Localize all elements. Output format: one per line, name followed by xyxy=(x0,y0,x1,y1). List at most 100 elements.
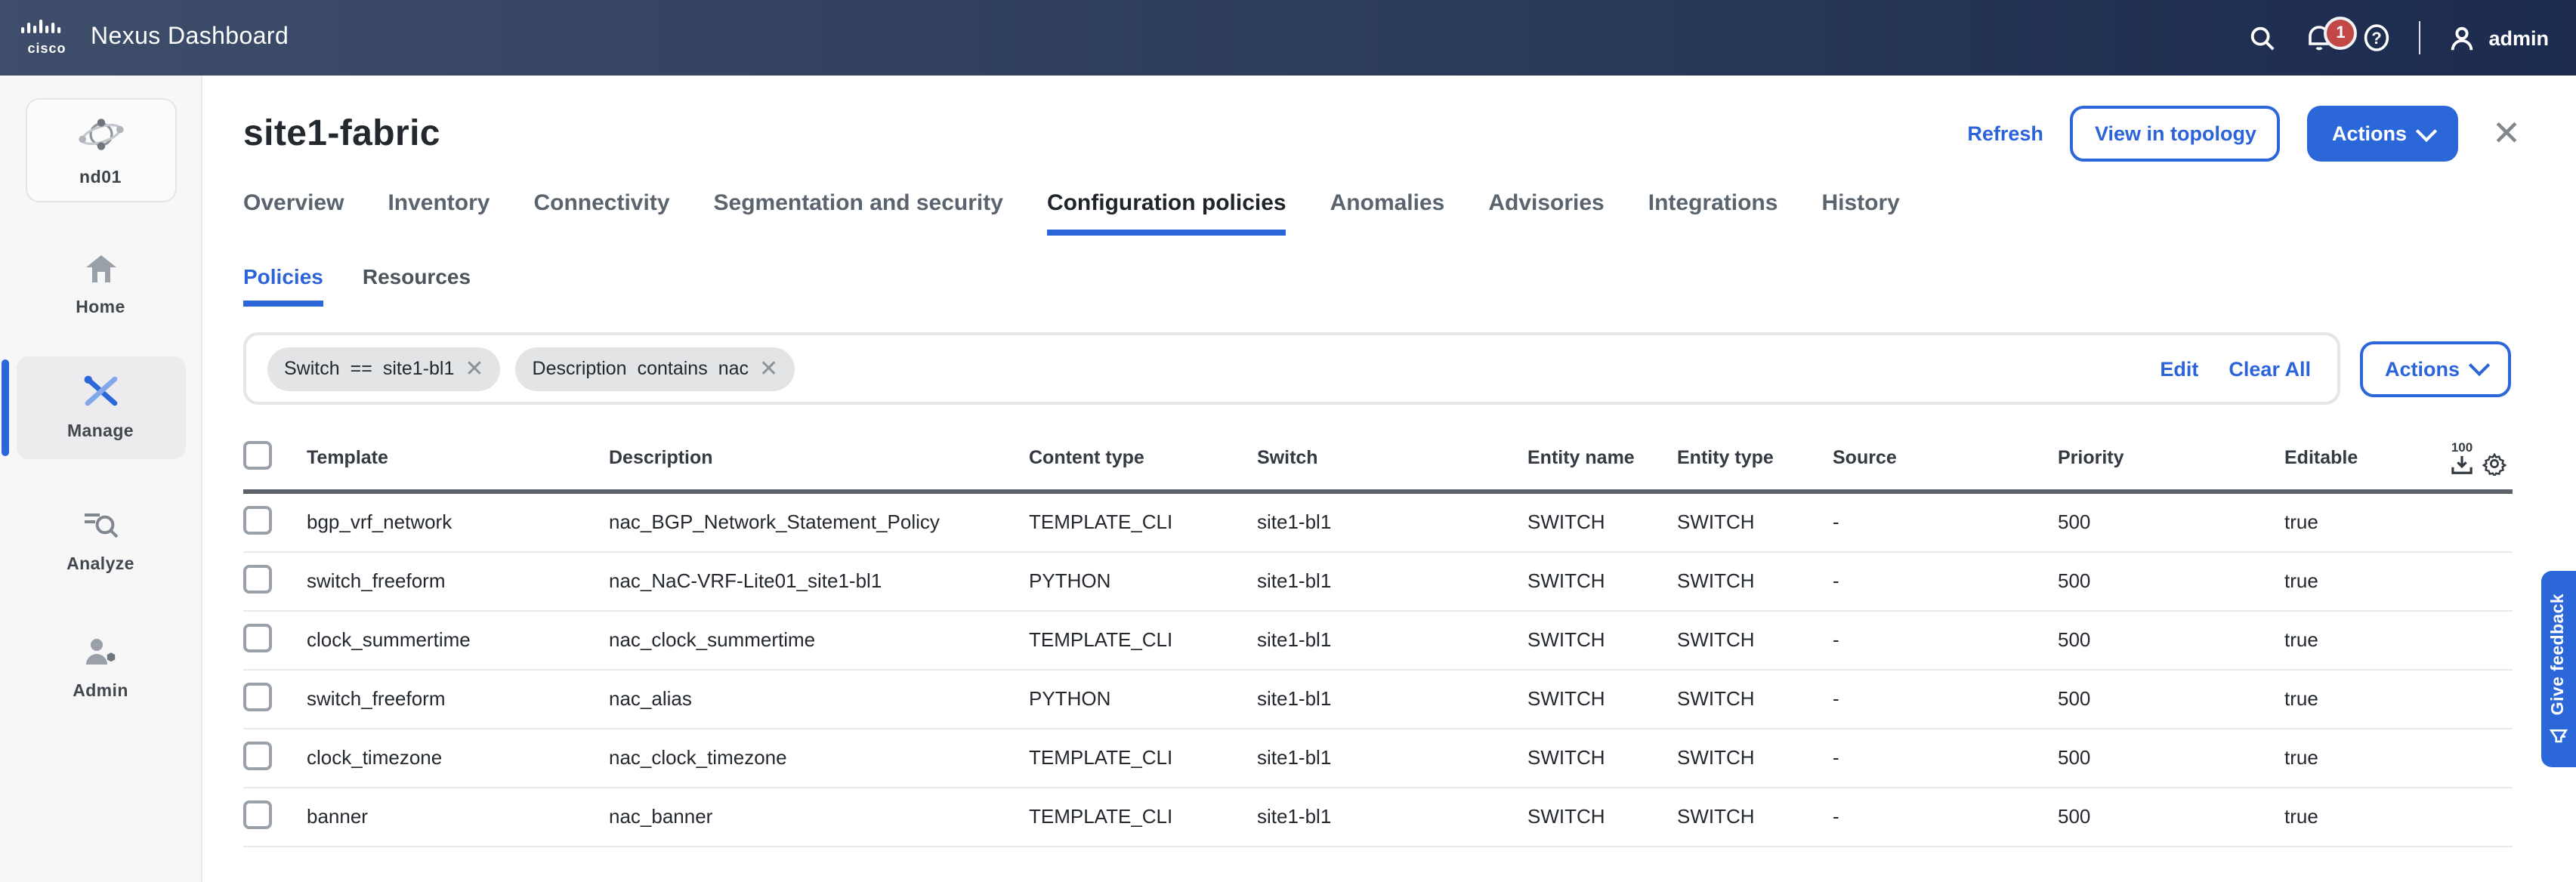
export-download-icon[interactable]: 100 xyxy=(2451,441,2473,475)
tab-advisories[interactable]: Advisories xyxy=(1488,190,1604,236)
table-row[interactable]: clock_timezonenac_clock_timezoneTEMPLATE… xyxy=(243,728,2513,787)
select-all-checkbox[interactable] xyxy=(243,442,272,470)
cell-content-type: TEMPLATE_CLI xyxy=(1029,787,1257,846)
column-header-content-type[interactable]: Content type xyxy=(1029,429,1257,491)
row-checkbox[interactable] xyxy=(243,741,272,769)
row-tools-cell xyxy=(2437,787,2513,846)
filter-clear-all-link[interactable]: Clear All xyxy=(2229,357,2311,380)
manage-tools-icon xyxy=(82,375,119,415)
close-icon[interactable]: ✕ xyxy=(2488,116,2525,152)
cell-entity-name: SWITCH xyxy=(1527,787,1677,846)
tab-inventory[interactable]: Inventory xyxy=(388,190,490,236)
policies-table: TemplateDescriptionContent typeSwitchEnt… xyxy=(243,429,2513,847)
subtab-resources[interactable]: Resources xyxy=(363,264,471,307)
row-tools-cell xyxy=(2437,551,2513,610)
column-header-description[interactable]: Description xyxy=(609,429,1029,491)
row-checkbox[interactable] xyxy=(243,682,272,711)
row-checkbox[interactable] xyxy=(243,800,272,828)
column-header-entity-name[interactable]: Entity name xyxy=(1527,429,1677,491)
cell-entity-type: SWITCH xyxy=(1677,669,1833,728)
cell-source: - xyxy=(1833,551,2058,610)
column-header-editable[interactable]: Editable xyxy=(2284,429,2437,491)
page-title: site1-fabric xyxy=(243,113,440,155)
sidebar: nd01 Home Manage Analyze Admin xyxy=(0,76,202,882)
tab-history[interactable]: History xyxy=(1821,190,1899,236)
filter-edit-link[interactable]: Edit xyxy=(2160,357,2198,380)
cell-source: - xyxy=(1833,787,2058,846)
cell-switch: site1-bl1 xyxy=(1257,551,1527,610)
sidebar-item-admin[interactable]: Admin xyxy=(16,625,185,713)
sidebar-item-analyze[interactable]: Analyze xyxy=(16,498,185,586)
page-actions-button[interactable]: Actions xyxy=(2308,106,2458,162)
analyze-search-icon xyxy=(82,510,119,548)
notification-badge[interactable]: 1 xyxy=(2324,17,2357,50)
cell-editable: true xyxy=(2284,787,2437,846)
give-feedback-tab[interactable]: Give feedback xyxy=(2541,571,2576,767)
cell-description: nac_clock_summertime xyxy=(609,610,1029,669)
filter-bar[interactable]: Switch==site1-bl1✕Descriptioncontainsnac… xyxy=(243,332,2341,405)
row-select-cell xyxy=(243,551,307,610)
chip-remove-icon[interactable]: ✕ xyxy=(759,357,778,380)
cell-entity-type: SWITCH xyxy=(1677,610,1833,669)
row-select-cell xyxy=(243,728,307,787)
cell-content-type: TEMPLATE_CLI xyxy=(1029,491,1257,551)
subtab-policies[interactable]: Policies xyxy=(243,264,323,307)
topbar: cisco Nexus Dashboard 1 ? xyxy=(0,0,2576,76)
help-icon[interactable]: ? xyxy=(2361,23,2392,53)
home-icon xyxy=(84,254,117,291)
column-settings-gear-icon[interactable] xyxy=(2482,451,2507,475)
row-checkbox[interactable] xyxy=(243,564,272,593)
chevron-down-icon xyxy=(2416,120,2437,141)
topbar-right: 1 ? admin xyxy=(2247,21,2549,54)
filter-chip[interactable]: Descriptioncontainsnac✕ xyxy=(516,347,795,390)
search-icon[interactable] xyxy=(2247,23,2277,53)
table-row[interactable]: switch_freeformnac_NaC-VRF-Lite01_site1-… xyxy=(243,551,2513,610)
cell-priority: 500 xyxy=(2058,610,2284,669)
cell-template: bgp_vrf_network xyxy=(307,491,609,551)
cluster-name: nd01 xyxy=(79,169,122,187)
row-checkbox[interactable] xyxy=(243,505,272,534)
subtab-bar: Policies Resources xyxy=(243,264,2576,307)
sidebar-item-manage[interactable]: Manage xyxy=(16,356,185,459)
table-row[interactable]: clock_summertimenac_clock_summertimeTEMP… xyxy=(243,610,2513,669)
sidebar-item-home[interactable]: Home xyxy=(16,242,185,329)
refresh-link[interactable]: Refresh xyxy=(1967,122,2043,145)
chip-remove-icon[interactable]: ✕ xyxy=(465,357,483,380)
column-header-template[interactable]: Template xyxy=(307,429,609,491)
megaphone-icon xyxy=(2549,725,2568,745)
sidebar-item-label: Admin xyxy=(73,683,128,701)
cisco-logo-icon: cisco xyxy=(21,20,73,56)
cell-editable: true xyxy=(2284,728,2437,787)
column-header-switch[interactable]: Switch xyxy=(1257,429,1527,491)
table-row[interactable]: switch_freeformnac_aliasPYTHONsite1-bl1S… xyxy=(243,669,2513,728)
row-checkbox[interactable] xyxy=(243,623,272,652)
column-header-source[interactable]: Source xyxy=(1833,429,2058,491)
page-actions-label: Actions xyxy=(2332,122,2407,145)
table-actions-label: Actions xyxy=(2385,357,2460,380)
filter-chip[interactable]: Switch==site1-bl1✕ xyxy=(267,347,501,390)
tab-anomalies[interactable]: Anomalies xyxy=(1330,190,1445,236)
chip-field: Switch xyxy=(284,358,340,379)
chevron-down-icon xyxy=(2469,355,2490,376)
cluster-selector[interactable]: nd01 xyxy=(25,98,176,202)
sidebar-items: Home Manage Analyze Admin xyxy=(16,202,185,713)
cell-priority: 500 xyxy=(2058,787,2284,846)
cell-entity-type: SWITCH xyxy=(1677,551,1833,610)
column-header-priority[interactable]: Priority xyxy=(2058,429,2284,491)
table-row[interactable]: bgp_vrf_networknac_BGP_Network_Statement… xyxy=(243,491,2513,551)
cell-switch: site1-bl1 xyxy=(1257,669,1527,728)
tab-integrations[interactable]: Integrations xyxy=(1648,190,1778,236)
user-menu[interactable]: admin xyxy=(2448,23,2549,52)
table-actions-button[interactable]: Actions xyxy=(2361,341,2511,396)
chip-value: site1-bl1 xyxy=(383,358,455,379)
notifications-bell-icon[interactable]: 1 xyxy=(2304,23,2334,53)
tab-segmentation-and-security[interactable]: Segmentation and security xyxy=(714,190,1003,236)
cell-entity-name: SWITCH xyxy=(1527,551,1677,610)
view-in-topology-button[interactable]: View in topology xyxy=(2071,106,2281,162)
tab-configuration-policies[interactable]: Configuration policies xyxy=(1047,190,1286,236)
tab-overview[interactable]: Overview xyxy=(243,190,344,236)
tab-connectivity[interactable]: Connectivity xyxy=(533,190,669,236)
column-header-entity-type[interactable]: Entity type xyxy=(1677,429,1833,491)
sidebar-item-label: Analyze xyxy=(66,556,134,574)
table-row[interactable]: bannernac_bannerTEMPLATE_CLIsite1-bl1SWI… xyxy=(243,787,2513,846)
